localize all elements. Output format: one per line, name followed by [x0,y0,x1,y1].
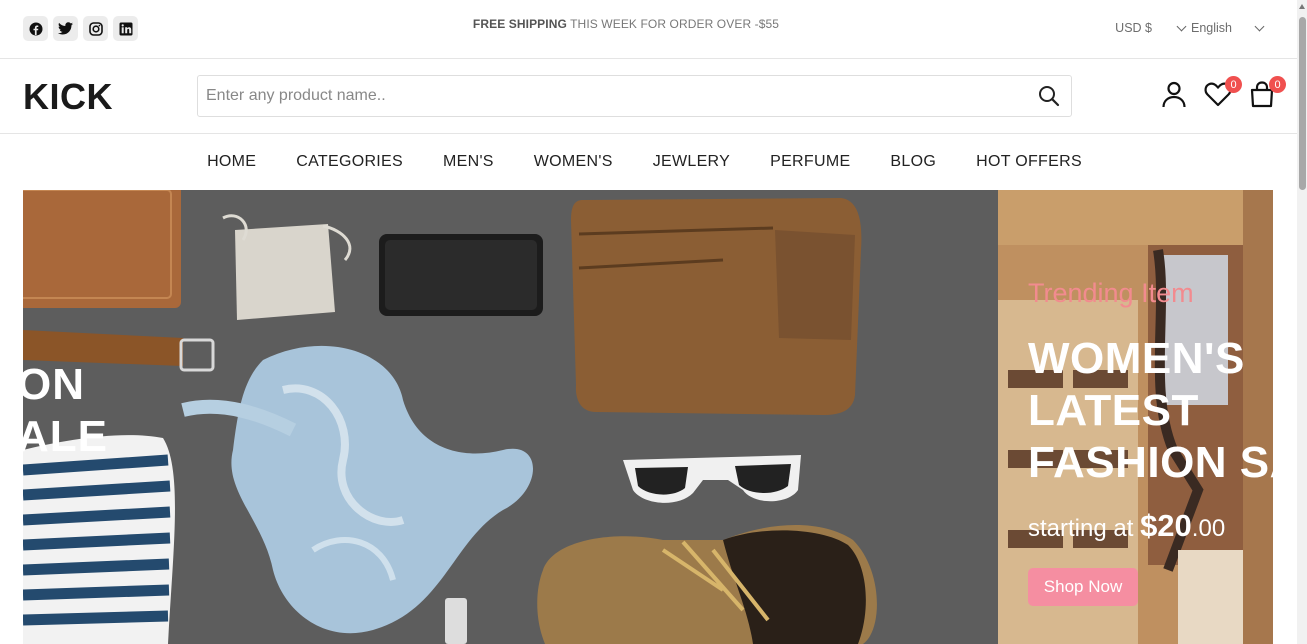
shop-now-button[interactable]: Shop Now [1028,568,1138,606]
site-logo[interactable]: KICK [23,76,113,118]
currency-value: USD $ [1115,21,1152,35]
chevron-down-icon [1176,21,1187,31]
language-value: English [1191,21,1232,35]
search-input[interactable] [198,76,1071,116]
cart-count-badge: 0 [1269,76,1286,93]
nav-item-blog[interactable]: BLOG [890,153,936,171]
nav-item-hot-offers[interactable]: HOT OFFERS [976,153,1082,171]
search-icon [1039,86,1060,107]
hero-slider: ON ALE Trending Item WOMEN'S LATEST FASH… [23,190,1273,644]
slide2-price: starting at $20.00 [1028,508,1225,544]
main-header: KICK 0 0 [0,59,1297,134]
language-select[interactable]: English [1176,21,1265,35]
price-cents: .00 [1191,515,1226,542]
top-bar: FREE SHIPPING THIS WEEK FOR ORDER OVER -… [0,0,1297,59]
slide2-heading-line2: LATEST [1028,386,1199,435]
price-amount: $20 [1140,508,1192,543]
page-scrollbar[interactable] [1297,0,1307,644]
slide2-heading-line3: FASHION SA [1028,438,1273,487]
nav-item-jewlery[interactable]: JEWLERY [653,153,730,171]
shipping-announcement: FREE SHIPPING THIS WEEK FOR ORDER OVER -… [0,17,1252,31]
slide1-heading-line2: ALE [23,412,108,461]
search-button[interactable] [1037,84,1061,113]
accessories-flatlay-image [23,190,998,644]
nav-item-womens[interactable]: WOMEN'S [534,153,613,171]
trending-item-label: Trending Item [1028,278,1194,308]
scroll-up-arrow-icon[interactable] [1299,4,1305,9]
hero-slide-womens-fashion: Trending Item WOMEN'S LATEST FASHION SA … [998,190,1273,644]
account-button[interactable] [1159,79,1189,109]
locale-selectors: USD $ English [1115,21,1265,35]
slide1-heading-line1: ON [23,360,85,409]
chevron-down-icon [1254,21,1265,31]
scrollbar-thumb[interactable] [1299,17,1306,190]
nav-item-home[interactable]: HOME [207,153,256,171]
nav-item-categories[interactable]: CATEGORIES [296,153,403,171]
nav-item-mens[interactable]: MEN'S [443,153,494,171]
cart-button[interactable]: 0 [1247,76,1286,109]
search-bar [197,75,1072,117]
announcement-highlight: FREE SHIPPING [472,17,567,31]
slide2-heading: WOMEN'S LATEST FASHION SA [1028,333,1273,489]
slide2-heading-line1: WOMEN'S [1028,334,1245,383]
wishlist-count-badge: 0 [1225,76,1242,93]
nav-item-perfume[interactable]: PERFUME [770,153,850,171]
price-prefix: starting at [1028,515,1141,542]
wishlist-button[interactable]: 0 [1203,76,1242,109]
announcement-text: THIS WEEK FOR ORDER OVER -$55 [566,17,780,31]
currency-select[interactable]: USD $ [1115,21,1152,35]
hero-slide-accessories: ON ALE [23,190,998,644]
user-icon [1162,81,1186,108]
header-actions: 0 0 [1159,76,1286,109]
main-navigation: HOME CATEGORIES MEN'S WOMEN'S JEWLERY PE… [0,134,1297,190]
